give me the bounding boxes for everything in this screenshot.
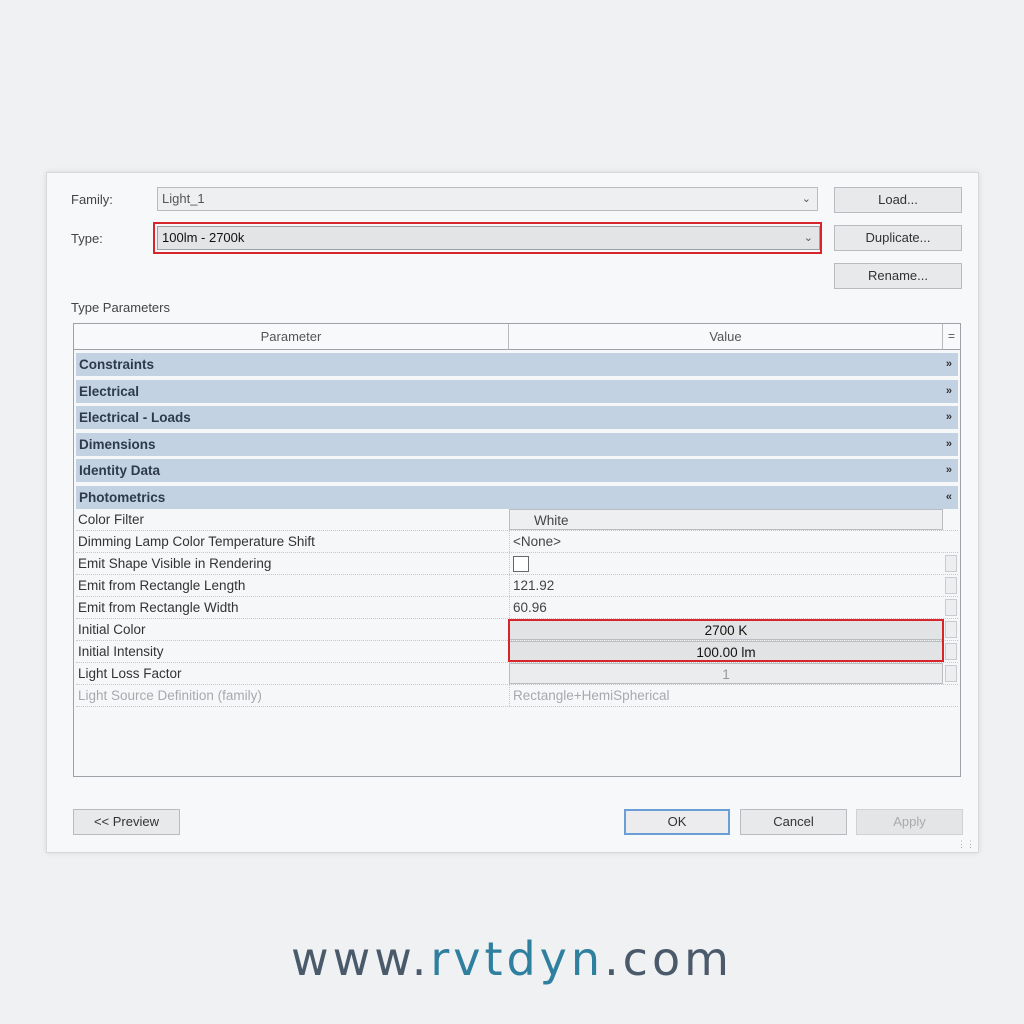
group-label: Photometrics [79,490,166,505]
param-row-dimming-shift: Dimming Lamp Color Temperature Shift <No… [76,531,958,553]
group-label: Electrical - Loads [79,410,191,425]
preview-button[interactable]: << Preview [73,809,180,835]
associate-param-button[interactable] [945,599,957,616]
duplicate-button[interactable]: Duplicate... [834,225,962,251]
ok-button[interactable]: OK [624,809,730,835]
watermark-suffix: .com [604,932,733,986]
collapse-icon[interactable]: « [946,486,952,509]
param-name: Light Source Definition (family) [78,688,262,703]
watermark-brand: rvtdyn [430,932,605,986]
group-label: Identity Data [79,463,161,478]
param-name: Emit from Rectangle Length [78,578,246,593]
param-row-initial-intensity: Initial Intensity 100.00 lm [76,641,958,663]
group-electrical-loads[interactable]: Electrical - Loads » [76,406,958,429]
cancel-button[interactable]: Cancel [740,809,847,835]
type-label: Type: [71,231,103,246]
group-label: Electrical [79,384,140,399]
group-label: Dimensions [79,437,156,452]
group-constraints[interactable]: Constraints » [76,353,958,376]
group-dimensions[interactable]: Dimensions » [76,433,958,456]
emit-shape-checkbox[interactable] [513,556,529,572]
emit-length-value[interactable]: 121.92 [509,575,943,596]
associate-param-button[interactable] [945,643,957,660]
section-title: Type Parameters [71,300,170,315]
associate-param-button[interactable] [945,555,957,572]
value-column-header[interactable]: Value [509,324,943,350]
group-identity-data[interactable]: Identity Data » [76,459,958,482]
family-dropdown[interactable]: Light_1 ⌄ [157,187,818,211]
group-photometrics[interactable]: Photometrics « [76,486,958,509]
chevron-down-icon: ⌄ [803,232,813,244]
emit-shape-value [509,553,943,574]
emit-width-value[interactable]: 60.96 [509,597,943,618]
chevron-down-icon: ⌄ [801,193,811,205]
param-row-emit-shape-visible: Emit Shape Visible in Rendering [76,553,958,575]
type-dropdown[interactable]: 100lm - 2700k ⌄ [157,226,820,250]
initial-intensity-button[interactable]: 100.00 lm [509,641,943,662]
param-name: Emit from Rectangle Width [78,600,239,615]
type-parameters-grid: Parameter Value = Constraints » Electric… [73,323,961,777]
parameter-column-header[interactable]: Parameter [74,324,509,350]
param-name: Dimming Lamp Color Temperature Shift [78,534,315,549]
family-value: Light_1 [162,191,205,206]
expand-icon[interactable]: » [946,353,952,376]
type-properties-dialog: Family: Light_1 ⌄ Type: 100lm - 2700k ⌄ … [46,172,979,853]
type-value: 100lm - 2700k [162,230,245,245]
associate-param-button[interactable] [945,621,957,638]
watermark-prefix: www. [291,932,431,986]
family-label: Family: [71,192,113,207]
resize-grip-icon[interactable]: ⋮⋮ [957,839,975,850]
param-name: Light Loss Factor [78,666,182,681]
associate-param-button[interactable] [945,577,957,594]
expand-icon[interactable]: » [946,459,952,482]
rename-button[interactable]: Rename... [834,263,962,289]
expand-icon[interactable]: » [946,433,952,456]
load-button[interactable]: Load... [834,187,962,213]
expand-icon[interactable]: » [946,380,952,403]
param-row-emit-length: Emit from Rectangle Length 121.92 [76,575,958,597]
group-electrical[interactable]: Electrical » [76,380,958,403]
light-source-definition-value: Rectangle+HemiSpherical [509,685,943,706]
associate-param-button[interactable] [945,665,957,682]
param-row-color-filter: Color Filter White [76,509,958,531]
expand-icon[interactable]: » [946,406,952,429]
param-name: Initial Color [78,622,146,637]
apply-button[interactable]: Apply [856,809,963,835]
extra-column-header[interactable]: = [943,324,960,350]
param-name: Emit Shape Visible in Rendering [78,556,272,571]
param-row-light-source-definition: Light Source Definition (family) Rectang… [76,685,958,707]
param-row-initial-color: Initial Color 2700 K [76,619,958,641]
color-filter-button[interactable]: White [509,509,943,530]
param-name: Initial Intensity [78,644,164,659]
param-row-light-loss-factor: Light Loss Factor 1 [76,663,958,685]
param-row-emit-width: Emit from Rectangle Width 60.96 [76,597,958,619]
watermark: www.rvtdyn.com [0,932,1024,986]
light-loss-factor-button[interactable]: 1 [509,663,943,684]
param-name: Color Filter [78,512,145,527]
initial-color-button[interactable]: 2700 K [509,619,943,640]
group-label: Constraints [79,357,155,372]
dimming-shift-value[interactable]: <None> [509,531,943,552]
